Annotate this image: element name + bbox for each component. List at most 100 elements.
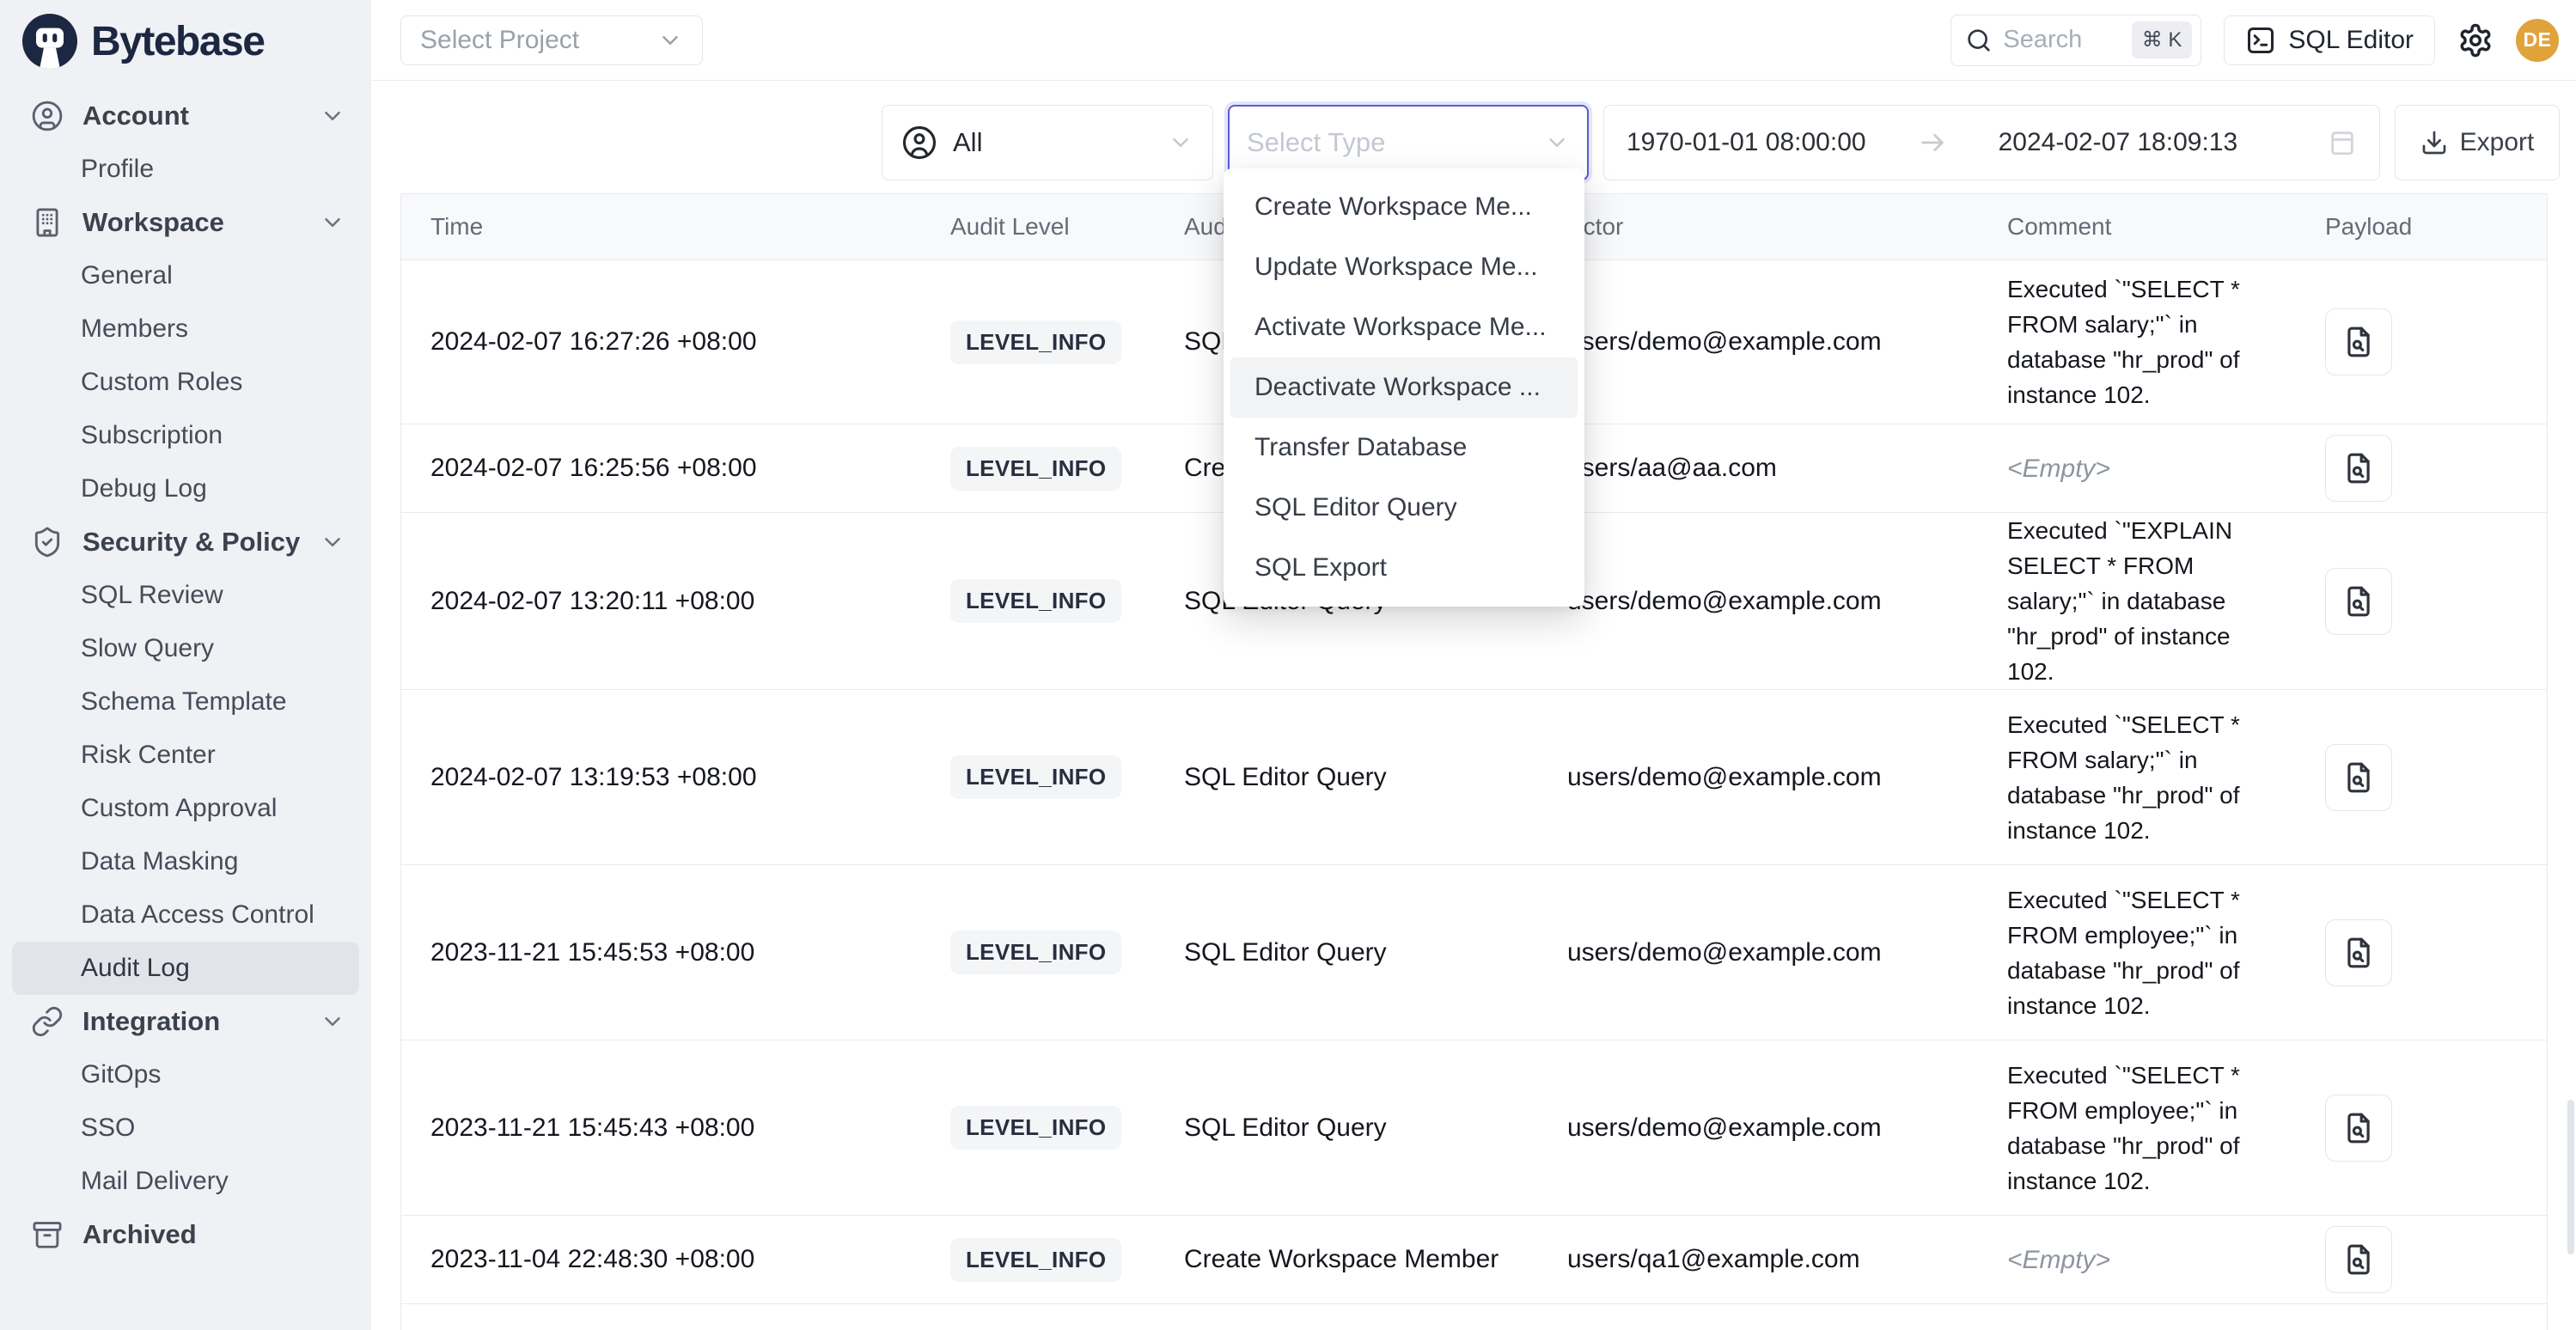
- file-search-icon: [2342, 1112, 2375, 1144]
- sidebar-item-audit-log[interactable]: Audit Log: [12, 942, 359, 995]
- payload-view-button[interactable]: [2325, 308, 2392, 375]
- table-row: 2023-11-04 22:48:30 +08:00 LEVEL_INFO Cr…: [401, 1216, 2547, 1304]
- sidebar-section-archived[interactable]: Archived: [0, 1208, 371, 1261]
- sidebar-item-debug-log[interactable]: Debug Log: [0, 462, 371, 516]
- select-project-label: Select Project: [420, 26, 579, 55]
- col-header-audit-level: Audit Level: [895, 213, 1136, 241]
- bytebase-logo-icon: [22, 14, 77, 69]
- section-label: Account: [82, 101, 301, 131]
- sidebar-item-slow-query[interactable]: Slow Query: [0, 622, 371, 675]
- sidebar-item-mail-delivery[interactable]: Mail Delivery: [0, 1155, 371, 1208]
- chevron-down-icon[interactable]: [320, 210, 345, 235]
- sidebar-section-integration[interactable]: Integration: [0, 995, 371, 1048]
- sidebar-item-members[interactable]: Members: [0, 302, 371, 356]
- chevron-down-icon[interactable]: [320, 1009, 345, 1034]
- date-to-value[interactable]: 2024-02-07 18:09:13: [1999, 128, 2238, 157]
- sidebar-item-sql-review[interactable]: SQL Review: [0, 569, 371, 622]
- arrow-right-icon: [1918, 128, 1947, 157]
- menu-item-sql-export[interactable]: SQL Export: [1230, 538, 1578, 598]
- payload-view-button[interactable]: [2325, 744, 2392, 811]
- audit-level-badge: LEVEL_INFO: [950, 320, 1121, 364]
- payload-view-button[interactable]: [2325, 568, 2392, 635]
- audit-level-badge: LEVEL_INFO: [950, 447, 1121, 491]
- link-icon: [31, 1005, 64, 1038]
- payload-view-button[interactable]: [2325, 435, 2392, 502]
- select-project-dropdown[interactable]: Select Project: [400, 15, 703, 65]
- sidebar-item-risk-center[interactable]: Risk Center: [0, 729, 371, 782]
- sidebar-section-account[interactable]: Account: [0, 89, 371, 143]
- export-label: Export: [2460, 128, 2535, 157]
- topbar-right: Search ⌘ K SQL Editor DE: [1950, 15, 2559, 66]
- sidebar-item-sso[interactable]: SSO: [0, 1101, 371, 1155]
- brand-name: Bytebase: [91, 18, 264, 65]
- payload-view-button[interactable]: [2325, 1095, 2392, 1162]
- col-header-comment: Comment: [1978, 213, 2296, 241]
- app-root: Bytebase Account Profile Workspace Gener…: [0, 0, 2576, 1330]
- user-circle-icon: [31, 100, 64, 132]
- download-icon: [2420, 129, 2448, 156]
- topbar: Select Project Search ⌘ K SQL Editor DE: [371, 0, 2576, 81]
- audit-level-badge: LEVEL_INFO: [950, 1106, 1121, 1150]
- menu-item-update-workspace-member[interactable]: Update Workspace Me...: [1230, 237, 1578, 297]
- search-icon: [1965, 27, 1993, 54]
- file-search-icon: [2342, 452, 2375, 485]
- sidebar-section-workspace[interactable]: Workspace: [0, 196, 371, 249]
- chevron-down-icon[interactable]: [320, 103, 345, 129]
- chevron-down-icon: [1544, 130, 1570, 156]
- sidebar-item-general[interactable]: General: [0, 249, 371, 302]
- audit-level-badge: LEVEL_INFO: [950, 755, 1121, 799]
- menu-item-transfer-database[interactable]: Transfer Database: [1230, 418, 1578, 478]
- search-input[interactable]: Search ⌘ K: [1950, 15, 2201, 66]
- sidebar-item-gitops[interactable]: GitOps: [0, 1048, 371, 1101]
- sidebar-item-data-masking[interactable]: Data Masking: [0, 835, 371, 888]
- menu-item-activate-workspace-member[interactable]: Activate Workspace Me...: [1230, 297, 1578, 357]
- file-search-icon: [2342, 936, 2375, 969]
- search-shortcut-kbd: ⌘ K: [2132, 21, 2193, 58]
- col-header-actor: Actor: [1548, 213, 1978, 241]
- table-row: 2023-11-21 15:45:53 +08:00 LEVEL_INFO SQ…: [401, 865, 2547, 1040]
- payload-view-button[interactable]: [2325, 919, 2392, 986]
- export-button[interactable]: Export: [2395, 105, 2560, 180]
- search-placeholder: Search: [2003, 26, 2121, 54]
- terminal-icon: [2245, 25, 2276, 56]
- sidebar-nav: Account Profile Workspace General Member…: [0, 82, 371, 1261]
- sidebar-item-data-access-control[interactable]: Data Access Control: [0, 888, 371, 942]
- sql-editor-label: SQL Editor: [2288, 26, 2414, 55]
- calendar-icon: [2328, 128, 2357, 157]
- date-from-value[interactable]: 1970-01-01 08:00:00: [1627, 128, 1866, 157]
- file-search-icon: [2342, 585, 2375, 618]
- actor-filter-select[interactable]: All: [882, 105, 1213, 180]
- audit-level-badge: LEVEL_INFO: [950, 1238, 1121, 1282]
- sidebar-item-schema-template[interactable]: Schema Template: [0, 675, 371, 729]
- chevron-down-icon[interactable]: [320, 529, 345, 555]
- settings-gear-icon[interactable]: [2457, 22, 2494, 58]
- archive-icon: [31, 1218, 64, 1251]
- table-row: 2023-11-04 21:26:34 +08:00 LEVEL_INFO SQ…: [401, 1304, 2547, 1330]
- section-label: Integration: [82, 1006, 301, 1037]
- sidebar-item-profile[interactable]: Profile: [0, 143, 371, 196]
- sql-editor-button[interactable]: SQL Editor: [2224, 15, 2435, 65]
- col-header-payload: Payload: [2296, 213, 2547, 241]
- sidebar-item-subscription[interactable]: Subscription: [0, 409, 371, 462]
- sidebar-section-security-policy[interactable]: Security & Policy: [0, 516, 371, 569]
- section-label: Workspace: [82, 207, 301, 238]
- payload-view-button[interactable]: [2325, 1226, 2392, 1293]
- type-filter-placeholder: Select Type: [1247, 127, 1544, 158]
- file-search-icon: [2342, 1243, 2375, 1276]
- menu-item-deactivate-workspace-member[interactable]: Deactivate Workspace ...: [1230, 357, 1578, 418]
- type-filter-dropdown-menu: Create Workspace Me... Update Workspace …: [1224, 168, 1584, 607]
- sidebar-item-custom-roles[interactable]: Custom Roles: [0, 356, 371, 409]
- section-label: Archived: [82, 1219, 345, 1250]
- file-search-icon: [2342, 326, 2375, 358]
- date-range-picker[interactable]: 1970-01-01 08:00:00 2024-02-07 18:09:13: [1603, 105, 2380, 180]
- chevron-down-icon: [1168, 130, 1193, 156]
- menu-item-create-workspace-member[interactable]: Create Workspace Me...: [1230, 177, 1578, 237]
- file-search-icon: [2342, 761, 2375, 794]
- user-avatar[interactable]: DE: [2516, 19, 2559, 62]
- shield-check-icon: [31, 526, 64, 558]
- menu-item-sql-editor-query[interactable]: SQL Editor Query: [1230, 478, 1578, 538]
- user-circle-icon: [901, 125, 937, 161]
- brand-logo[interactable]: Bytebase: [0, 0, 371, 82]
- scrollbar-thumb[interactable]: [2567, 1100, 2574, 1254]
- sidebar-item-custom-approval[interactable]: Custom Approval: [0, 782, 371, 835]
